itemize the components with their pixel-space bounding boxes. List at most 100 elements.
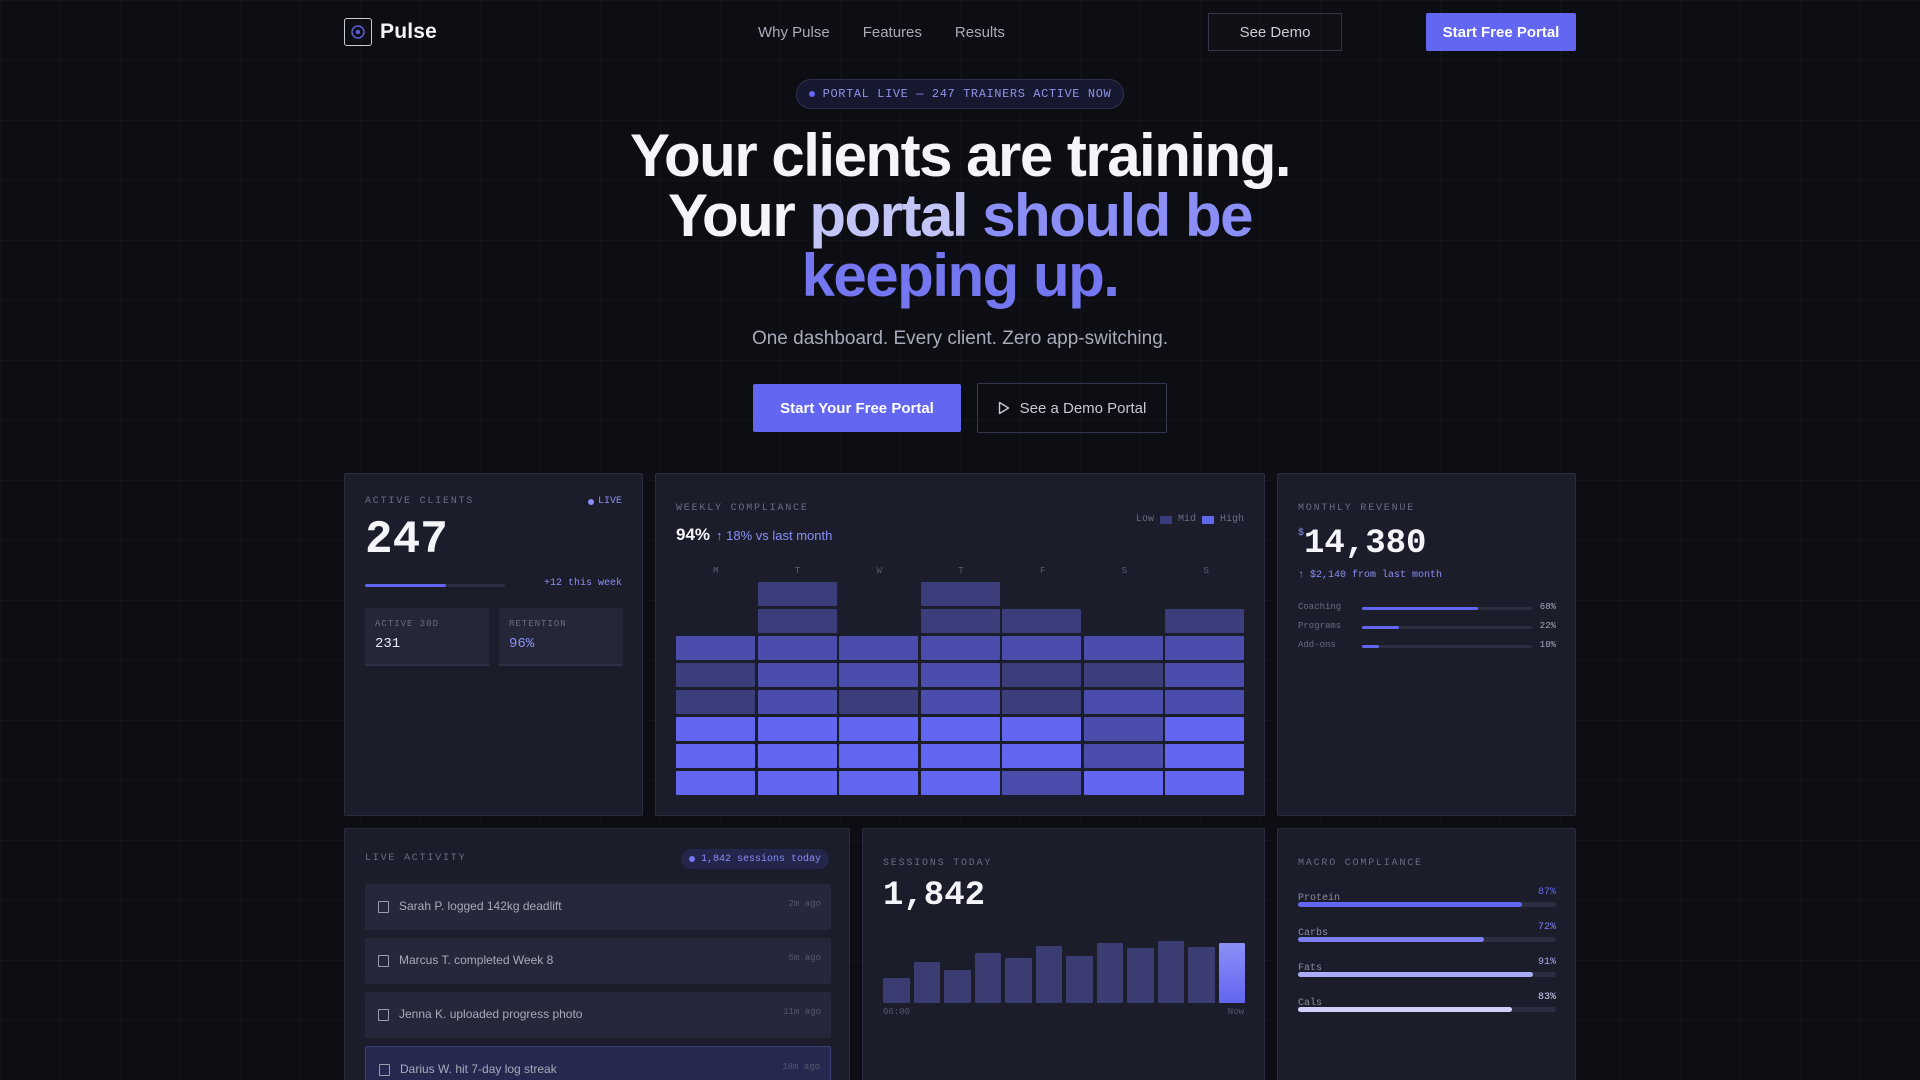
weekly-compliance-value: 94% xyxy=(676,525,711,544)
monthly-revenue-amount: $ 14,380 xyxy=(1298,526,1426,562)
revenue-row-programs: Programs 22% xyxy=(1298,621,1556,635)
brand-logo[interactable]: Pulse xyxy=(344,18,437,46)
heatmap-cell xyxy=(1165,663,1244,687)
activity-text: Marcus T. completed Week 8 xyxy=(399,953,554,967)
activity-item[interactable]: Marcus T. completed Week 8 5m ago xyxy=(365,938,831,984)
revenue-row-name: Programs xyxy=(1298,621,1342,631)
heatmap-cell xyxy=(1083,663,1163,687)
heatmap-cell xyxy=(1002,609,1081,633)
active-clients-progress-fill xyxy=(365,584,447,587)
sessions-bar xyxy=(1005,958,1032,1003)
top-nav: Pulse Why Pulse Features Results See Dem… xyxy=(344,13,1576,51)
active-clients-progress-track xyxy=(365,584,505,587)
see-demo-button[interactable]: See Demo xyxy=(1208,13,1342,51)
sessions-axis-end: Now xyxy=(1227,1007,1244,1017)
revenue-row-track xyxy=(1362,645,1532,648)
see-demo-portal-button[interactable]: See a Demo Portal xyxy=(977,383,1167,433)
sessions-bar xyxy=(1096,943,1123,1003)
heatmap-cell xyxy=(839,744,918,768)
heatmap-cell xyxy=(839,636,918,660)
sessions-bar xyxy=(1218,943,1245,1003)
heatmap-cell xyxy=(1083,636,1163,660)
see-demo-portal-label: See a Demo Portal xyxy=(1019,399,1147,417)
macro-row-fill xyxy=(1298,902,1523,907)
heatmap-cell xyxy=(920,744,1000,768)
revenue-row-name: Add-ons xyxy=(1298,640,1336,650)
heatmap-cell xyxy=(757,744,837,768)
day-label: F xyxy=(1040,566,1046,576)
macro-row-fill xyxy=(1298,937,1484,942)
heatmap-cell xyxy=(676,717,755,741)
sessions-pill-text: 1,842 sessions today xyxy=(700,853,821,865)
heatmap-cell xyxy=(920,717,1000,741)
day-label: T xyxy=(958,566,964,576)
heatmap-cell xyxy=(676,636,755,660)
hero-title-line-1: Your clients are training. xyxy=(629,122,1292,189)
activity-icon xyxy=(378,955,389,967)
start-your-free-portal-button[interactable]: Start Your Free Portal xyxy=(753,384,961,432)
activity-time: 5m ago xyxy=(788,953,821,963)
weekly-compliance-summary: 94% ↑ 18% vs last month xyxy=(676,525,832,545)
nav-link-results[interactable]: Results xyxy=(955,24,1005,41)
activity-item-highlighted[interactable]: Darius W. hit 7-day log streak 18m ago xyxy=(365,1046,831,1080)
heatmap-cell xyxy=(1165,609,1244,633)
pulse-logo-icon xyxy=(344,18,372,46)
hero-title-word-should-be: should be xyxy=(982,182,1253,249)
heatmap-legend: Low Mid High xyxy=(1136,514,1244,525)
status-pill-text: PORTAL LIVE — 247 TRAINERS ACTIVE NOW xyxy=(822,87,1112,101)
monthly-revenue-delta: ↑ $2,140 from last month xyxy=(1298,570,1443,581)
sessions-axis-start: 06:00 xyxy=(883,1007,911,1017)
heatmap-cell xyxy=(757,609,837,633)
monthly-revenue-card: MONTHLY REVENUE $ 14,380 ↑ $2,140 from l… xyxy=(1277,473,1576,816)
sessions-bar xyxy=(913,962,940,1003)
nav-links: Why Pulse Features Results xyxy=(758,24,1005,41)
activity-text: Jenna K. uploaded progress photo xyxy=(399,1007,583,1021)
heatmap-cell xyxy=(1165,771,1244,795)
hero-title-word-portal: portal xyxy=(809,182,983,249)
heatmap-cell xyxy=(920,771,1000,795)
activity-item[interactable]: Sarah P. logged 142kg deadlift 2m ago xyxy=(365,884,831,930)
monthly-revenue-label: MONTHLY REVENUE xyxy=(1298,503,1416,514)
macro-row-pct: 91% xyxy=(1537,957,1556,968)
revenue-row-coaching: Coaching 68% xyxy=(1298,602,1556,616)
active-clients-delta: +12 this week xyxy=(543,578,622,589)
live-activity-label: LIVE ACTIVITY xyxy=(365,853,467,864)
macro-row-cals: Cals 83% xyxy=(1298,992,1556,1012)
weekly-compliance-card: WEEKLY COMPLIANCE 94% ↑ 18% vs last mont… xyxy=(655,473,1265,816)
legend-mid-swatch xyxy=(1201,515,1214,524)
heatmap-cell xyxy=(1165,690,1244,714)
sessions-dot-icon xyxy=(688,856,695,862)
sessions-today-pill: 1,842 sessions today xyxy=(680,849,829,869)
activity-icon xyxy=(378,901,389,913)
nav-link-features[interactable]: Features xyxy=(863,24,922,41)
sessions-today-card: SESSIONS TODAY 1,842 06:00 Now xyxy=(862,828,1265,1080)
sessions-bar xyxy=(944,969,971,1003)
sessions-bar xyxy=(974,953,1001,1003)
stat-active-30d: ACTIVE 30D 231 xyxy=(365,608,489,666)
heatmap-cell xyxy=(757,690,837,714)
activity-icon xyxy=(378,1009,389,1021)
revenue-row-fill xyxy=(1362,607,1478,610)
nav-link-why-pulse[interactable]: Why Pulse xyxy=(758,24,830,41)
heatmap-cell xyxy=(1002,690,1081,714)
heatmap-cell xyxy=(1165,636,1244,660)
play-icon xyxy=(998,401,1009,415)
macro-row-fats: Fats 91% xyxy=(1298,957,1556,977)
live-dot-icon xyxy=(587,498,594,505)
activity-time: 11m ago xyxy=(783,1007,821,1017)
activity-time: 18m ago xyxy=(782,1062,820,1072)
start-free-portal-button[interactable]: Start Free Portal xyxy=(1426,13,1576,51)
stat-retention-value: 96% xyxy=(509,636,535,652)
heatmap-day-labels: M T W T F S S xyxy=(676,566,1246,576)
hero-subtitle: One dashboard. Every client. Zero app-sw… xyxy=(751,328,1169,349)
hero-title-line-2: Your portal should be xyxy=(0,186,1920,246)
heatmap-cell xyxy=(920,582,1000,606)
stat-active-30d-label: ACTIVE 30D xyxy=(375,619,440,629)
macro-row-pct: 87% xyxy=(1537,887,1556,898)
macro-compliance-card: MACRO COMPLIANCE Protein 87% Carbs 72% F… xyxy=(1277,828,1576,1080)
heatmap-cell xyxy=(676,744,755,768)
activity-item[interactable]: Jenna K. uploaded progress photo 11m ago xyxy=(365,992,831,1038)
heatmap-cell xyxy=(757,636,837,660)
legend-low: Low xyxy=(1135,514,1154,525)
heatmap-cell xyxy=(839,663,918,687)
